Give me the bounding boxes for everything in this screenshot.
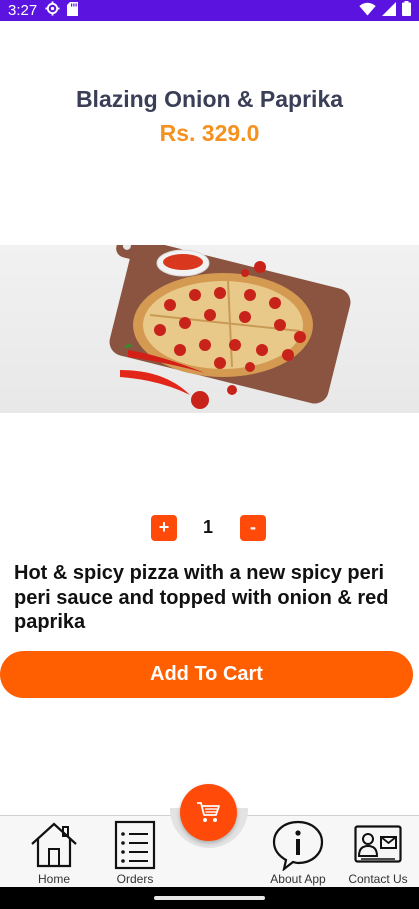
nav-orders[interactable]: Orders [105,816,165,888]
nav-about[interactable]: About App [262,816,334,888]
nav-about-label: About App [270,872,326,886]
product-title: Blazing Onion & Paprika [75,86,344,112]
home-gesture-handle[interactable] [154,896,265,900]
quantity-stepper: + 1 - [0,515,419,541]
signal-icon [382,1,396,20]
battery-icon [402,1,411,20]
add-to-cart-button[interactable]: Add To Cart [0,651,413,698]
quantity-value: 1 [202,517,213,537]
decrease-quantity-button[interactable]: - [240,515,266,541]
home-icon [31,822,77,868]
nav-contact-label: Contact Us [348,872,408,886]
wifi-icon [359,2,376,20]
cart-icon [197,802,220,822]
info-icon [272,820,324,871]
product-price: Rs. 329.0 [159,120,260,146]
orders-list-icon [114,820,156,870]
contact-card-icon [354,825,402,863]
product-detail-screen: 3:27 Blazing Onion & Paprika Rs. 329.0 +… [0,0,419,909]
status-time: 3:27 [8,2,38,19]
cart-fab-button[interactable] [180,784,237,841]
nav-home[interactable]: Home [24,816,84,888]
nav-orders-label: Orders [116,872,154,886]
status-bar: 3:27 [0,0,419,21]
product-description: Hot & spicy pizza with a new spicy peri … [14,562,389,633]
nav-home-label: Home [37,872,70,886]
gear-icon [45,1,60,20]
nav-contact[interactable]: Contact Us [345,816,411,888]
system-navigation-bar [0,887,419,909]
pizza-image [0,245,419,413]
sd-card-icon [67,1,79,20]
increase-quantity-button[interactable]: + [151,515,177,541]
